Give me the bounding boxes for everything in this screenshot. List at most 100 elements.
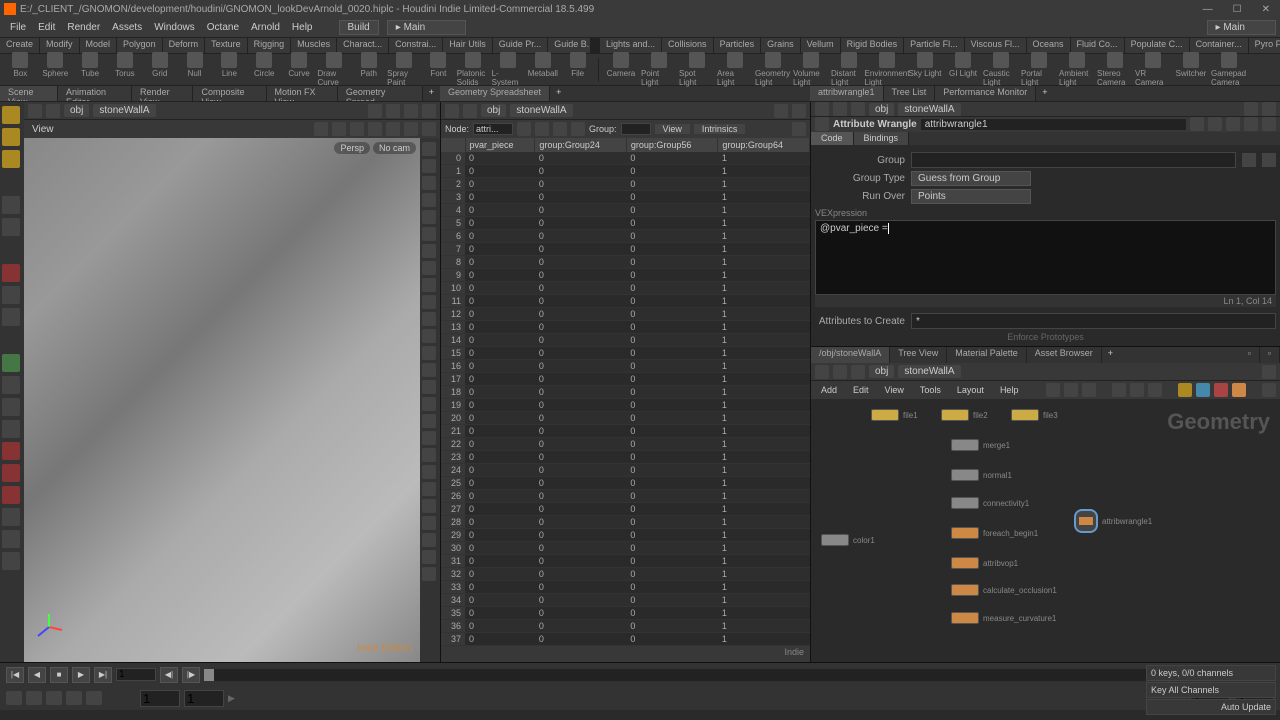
shelf-tool[interactable]: L-System — [492, 52, 525, 87]
network-view[interactable]: Geometry file1 file2 file3 merge1 normal… — [811, 399, 1280, 662]
netmenu-edit[interactable]: Edit — [847, 385, 875, 395]
3d-viewport[interactable]: Persp No cam Indie Edition — [24, 138, 420, 662]
vbtn3[interactable] — [350, 122, 364, 136]
table-row[interactable]: 230001 — [441, 451, 810, 464]
vbtn6[interactable] — [404, 122, 418, 136]
shelf-tool[interactable]: Torus — [108, 52, 141, 87]
tool-e[interactable] — [2, 530, 20, 548]
table-row[interactable]: 240001 — [441, 464, 810, 477]
sbtn2[interactable] — [26, 691, 42, 705]
shelf-tab[interactable]: Constrai... — [389, 38, 443, 53]
table-row[interactable]: 10001 — [441, 165, 810, 178]
tool-d[interactable] — [2, 508, 20, 526]
table-row[interactable]: 140001 — [441, 334, 810, 347]
shelf-tool[interactable]: Line — [213, 52, 246, 87]
shelf-tab[interactable]: Vellum — [801, 38, 841, 53]
node-name[interactable]: attribwrangle1 — [921, 119, 1186, 130]
vbtn5[interactable] — [386, 122, 400, 136]
pbtn1[interactable] — [1190, 117, 1204, 131]
shelf-tool[interactable]: Sky Light — [907, 52, 943, 87]
node-file1[interactable]: file1 — [871, 409, 918, 421]
pane-tab[interactable]: Scene View — [0, 86, 58, 101]
shelf-tab[interactable]: Fluid Co... — [1071, 38, 1125, 53]
shelf-tool[interactable]: Null — [178, 52, 211, 87]
play-prev[interactable]: ◀ — [28, 667, 46, 683]
rbtn6[interactable] — [422, 227, 436, 241]
shelf-tool[interactable]: Path — [352, 52, 385, 87]
rbtn13[interactable] — [422, 346, 436, 360]
column-header[interactable]: group:Group64 — [718, 138, 810, 152]
table-row[interactable]: 120001 — [441, 308, 810, 321]
tool-select[interactable] — [2, 106, 20, 124]
nbtn3[interactable] — [1082, 383, 1096, 397]
play-next[interactable]: ▶| — [94, 667, 112, 683]
menu-arnold[interactable]: Arnold — [245, 22, 286, 33]
play-key-next[interactable]: |▶ — [182, 667, 200, 683]
sbtn3[interactable] — [46, 691, 62, 705]
shelf-tab[interactable]: Model — [80, 38, 118, 53]
net-path-obj[interactable]: obj — [869, 365, 894, 378]
nbtn6[interactable] — [1148, 383, 1162, 397]
rbtn15[interactable] — [422, 380, 436, 394]
shelf-tool[interactable]: Sphere — [39, 52, 72, 87]
table-row[interactable]: 90001 — [441, 269, 810, 282]
close-button[interactable]: ✕ — [1256, 4, 1276, 15]
menu-octane[interactable]: Octane — [201, 22, 245, 33]
shelf-tab[interactable]: Charact... — [337, 38, 389, 53]
table-row[interactable]: 40001 — [441, 204, 810, 217]
column-header[interactable]: group:Group56 — [626, 138, 718, 152]
sbtn4[interactable] — [66, 691, 82, 705]
table-row[interactable]: 350001 — [441, 607, 810, 620]
shelf-tool[interactable]: VR Camera — [1135, 52, 1171, 87]
shelf-tab[interactable]: Create — [0, 38, 40, 53]
pane-tab[interactable]: Geometry Spreadsheet — [440, 86, 550, 101]
tool-arrow[interactable] — [2, 196, 20, 214]
timeline-track[interactable] — [204, 669, 1274, 681]
current-frame[interactable] — [116, 668, 156, 681]
param-path-obj[interactable]: obj — [869, 103, 894, 116]
spread-path-obj[interactable]: obj — [481, 104, 506, 117]
sbtn2[interactable] — [535, 122, 549, 136]
nbtn8[interactable] — [1196, 383, 1210, 397]
net-back[interactable] — [815, 365, 829, 379]
pane-tab[interactable]: Motion FX View — [267, 86, 338, 101]
spread-nav2[interactable] — [792, 104, 806, 118]
camera-nocam[interactable]: No cam — [373, 142, 416, 154]
view-dropdown[interactable]: View — [655, 124, 690, 134]
range-end[interactable] — [184, 690, 224, 707]
intrinsics-dropdown[interactable]: Intrinsics — [694, 124, 746, 134]
nav-btn4[interactable] — [422, 104, 436, 118]
shelf-tab[interactable]: Oceans — [1027, 38, 1071, 53]
desktop-selector[interactable]: Build — [339, 20, 379, 35]
netmenu-help[interactable]: Help — [994, 385, 1025, 395]
node-attribwrangle1[interactable]: attribwrangle1 — [1074, 509, 1152, 533]
table-row[interactable]: 320001 — [441, 568, 810, 581]
net-path-node[interactable]: stoneWallA — [898, 365, 960, 378]
shelf-tab[interactable]: Guide Pr... — [493, 38, 549, 53]
nbtn2[interactable] — [1064, 383, 1078, 397]
vbtn4[interactable] — [368, 122, 382, 136]
table-row[interactable]: 270001 — [441, 503, 810, 516]
table-row[interactable]: 110001 — [441, 295, 810, 308]
netmenu-layout[interactable]: Layout — [951, 385, 990, 395]
shelf-tab[interactable]: Texture — [205, 38, 248, 53]
rbtn10[interactable] — [422, 295, 436, 309]
group-input[interactable] — [911, 152, 1236, 168]
column-header[interactable] — [441, 138, 465, 152]
menu-help[interactable]: Help — [286, 22, 319, 33]
table-row[interactable]: 180001 — [441, 386, 810, 399]
nav-btn1[interactable] — [368, 104, 382, 118]
shelf-tool[interactable]: Environment Light — [869, 52, 905, 87]
spread-back[interactable] — [445, 104, 459, 118]
nbtn1[interactable] — [1046, 383, 1060, 397]
table-row[interactable]: 30001 — [441, 191, 810, 204]
table-row[interactable]: 290001 — [441, 529, 810, 542]
runover-dropdown[interactable]: Points — [911, 189, 1031, 204]
shelf-tab[interactable]: Rigid Bodies — [841, 38, 905, 53]
nbtn9[interactable] — [1214, 383, 1228, 397]
spread-path-node[interactable]: stoneWallA — [510, 104, 572, 117]
pane-tab[interactable]: Performance Monitor — [935, 86, 1036, 101]
right-main-dropdown[interactable]: ▸ Main — [1207, 20, 1277, 35]
auto-update[interactable]: Auto Update — [1146, 699, 1276, 715]
shelf-tab[interactable]: Polygon — [117, 38, 163, 53]
